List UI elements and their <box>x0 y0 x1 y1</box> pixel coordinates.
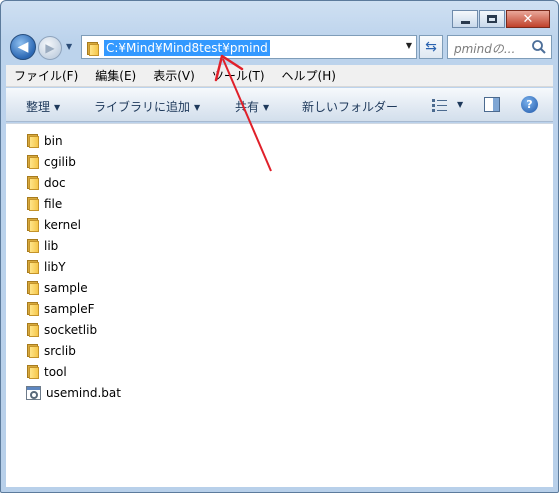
menu-edit[interactable]: 編集(E) <box>95 67 136 84</box>
file-list-pane[interactable]: bin cgilib doc file kernel lib libY samp… <box>6 123 553 487</box>
file-item-socketlib[interactable]: socketlib <box>26 319 121 340</box>
file-list: bin cgilib doc file kernel lib libY samp… <box>26 130 121 403</box>
menu-file[interactable]: ファイル(F) <box>14 67 78 84</box>
file-item-srclib[interactable]: srclib <box>26 340 121 361</box>
back-button[interactable]: ◀ <box>10 34 36 60</box>
file-item-doc[interactable]: doc <box>26 172 121 193</box>
navigation-bar: ◀ ▶ ▼ C:¥Mind¥Mind8test¥pmind ▼ ⇆ pmindの… <box>10 34 552 60</box>
organize-button[interactable]: 整理 ▼ <box>26 98 60 115</box>
file-item-cgilib[interactable]: cgilib <box>26 151 121 172</box>
close-button[interactable]: ✕ <box>506 10 550 28</box>
new-folder-button[interactable]: 新しいフォルダー <box>302 98 398 115</box>
refresh-icon: ⇆ <box>425 39 437 55</box>
menu-help[interactable]: ヘルプ(H) <box>282 67 336 84</box>
file-item-tool[interactable]: tool <box>26 361 121 382</box>
file-name: tool <box>44 364 67 379</box>
file-item-file[interactable]: file <box>26 193 121 214</box>
file-item-usemind-bat[interactable]: usemind.bat <box>26 382 121 403</box>
back-arrow-icon: ◀ <box>17 39 29 55</box>
forward-button[interactable]: ▶ <box>38 36 62 60</box>
menu-bar: ファイル(F) 編集(E) 表示(V) ツール(T) ヘルプ(H) <box>6 65 553 87</box>
folder-icon <box>26 364 40 379</box>
folder-icon <box>26 217 40 232</box>
folder-icon <box>86 41 100 56</box>
help-icon[interactable]: ? <box>521 96 538 113</box>
search-box[interactable]: pmindの... <box>447 35 552 59</box>
chevron-down-icon: ▼ <box>194 103 201 112</box>
add-to-library-label: ライブラリに追加 <box>94 100 191 114</box>
file-name: file <box>44 196 63 211</box>
file-item-kernel[interactable]: kernel <box>26 214 121 235</box>
change-view-icon[interactable] <box>432 98 448 112</box>
chevron-down-icon: ▼ <box>54 103 61 112</box>
file-name: cgilib <box>44 154 76 169</box>
file-item-lib[interactable]: lib <box>26 235 121 256</box>
folder-icon <box>26 154 40 169</box>
new-folder-label: 新しいフォルダー <box>302 100 399 114</box>
search-icon[interactable] <box>531 39 547 55</box>
preview-pane-icon[interactable] <box>484 97 500 112</box>
recent-pages-dropdown[interactable]: ▼ <box>66 42 72 51</box>
file-item-sample[interactable]: sample <box>26 277 121 298</box>
menu-tools[interactable]: ツール(T) <box>212 67 265 84</box>
folder-icon <box>26 322 40 337</box>
file-name: usemind.bat <box>46 385 121 400</box>
file-name: kernel <box>44 217 81 232</box>
file-name: lib <box>44 238 59 253</box>
maximize-button[interactable] <box>479 10 505 28</box>
folder-icon <box>26 238 40 253</box>
file-item-samplef[interactable]: sampleF <box>26 298 121 319</box>
minimize-button[interactable] <box>452 10 478 28</box>
file-name: bin <box>44 133 63 148</box>
explorer-window: ✕ ◀ ▶ ▼ C:¥Mind¥Mind8test¥pmind ▼ ⇆ pmin… <box>0 0 559 493</box>
folder-icon <box>26 133 40 148</box>
share-label: 共有 <box>235 100 260 114</box>
search-placeholder[interactable]: pmindの... <box>454 40 515 57</box>
forward-arrow-icon: ▶ <box>45 41 55 55</box>
minimize-icon <box>460 20 470 24</box>
folder-icon <box>26 259 40 274</box>
chevron-down-icon: ▼ <box>263 103 270 112</box>
command-bar: 整理 ▼ ライブラリに追加 ▼ 共有 ▼ 新しいフォルダー ▼ ? <box>6 88 553 122</box>
file-name: socketlib <box>44 322 98 337</box>
caption-buttons: ✕ <box>451 10 550 28</box>
share-button[interactable]: 共有 ▼ <box>235 98 269 115</box>
view-options-dropdown[interactable]: ▼ <box>457 100 463 109</box>
address-history-dropdown[interactable]: ▼ <box>406 41 412 50</box>
folder-icon <box>26 196 40 211</box>
organize-label: 整理 <box>26 100 51 114</box>
address-bar[interactable]: C:¥Mind¥Mind8test¥pmind ▼ <box>81 35 417 59</box>
address-path[interactable]: C:¥Mind¥Mind8test¥pmind <box>104 40 270 56</box>
refresh-button[interactable]: ⇆ <box>419 35 443 59</box>
file-item-bin[interactable]: bin <box>26 130 121 151</box>
folder-icon <box>26 175 40 190</box>
file-name: srclib <box>44 343 76 358</box>
file-item-liby[interactable]: libY <box>26 256 121 277</box>
file-name: sample <box>44 280 88 295</box>
close-icon: ✕ <box>522 11 534 27</box>
folder-icon <box>26 343 40 358</box>
maximize-icon <box>487 15 497 23</box>
add-to-library-button[interactable]: ライブラリに追加 ▼ <box>94 98 200 115</box>
file-name: libY <box>44 259 66 274</box>
folder-icon <box>26 280 40 295</box>
file-name: doc <box>44 175 66 190</box>
file-name: sampleF <box>44 301 95 316</box>
folder-icon <box>26 301 40 316</box>
batch-file-icon <box>26 385 42 401</box>
menu-view[interactable]: 表示(V) <box>153 67 195 84</box>
